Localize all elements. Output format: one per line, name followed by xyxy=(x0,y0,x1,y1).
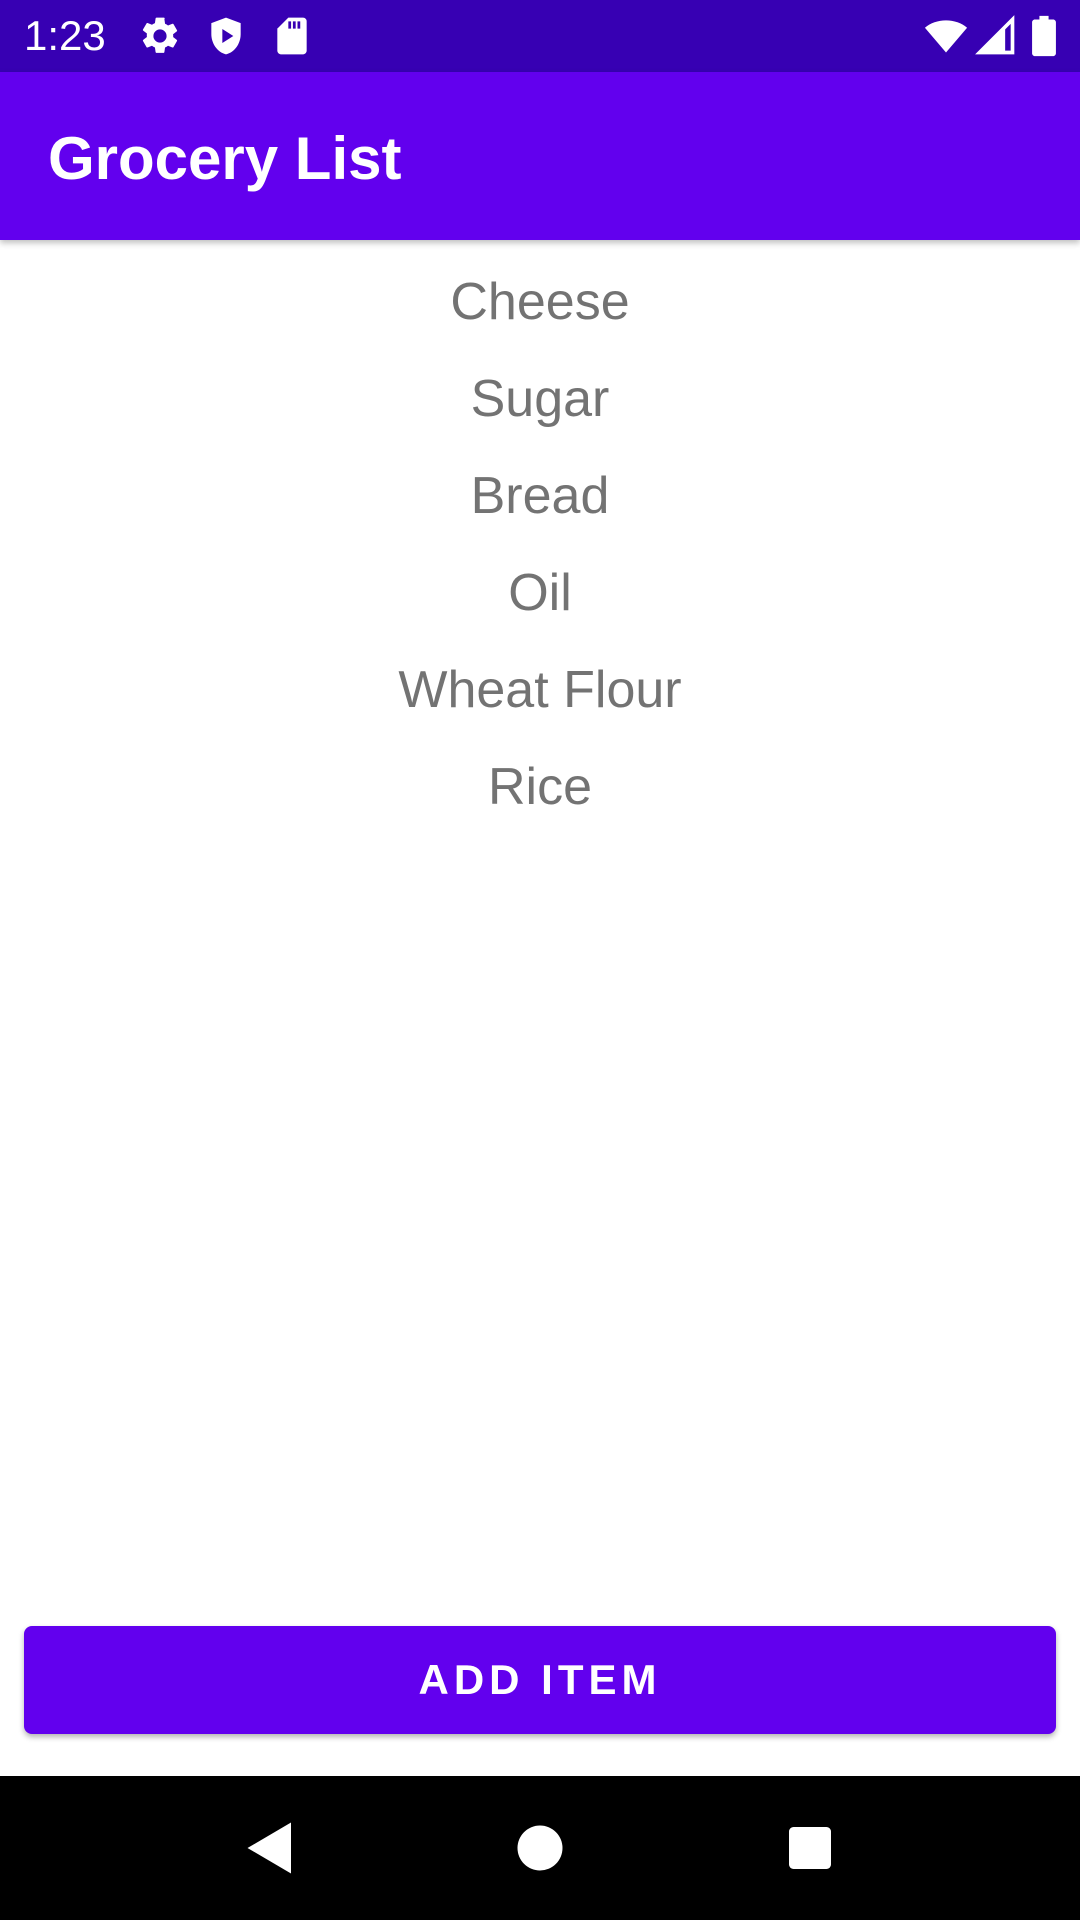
navigation-bar xyxy=(0,1776,1080,1920)
list-item[interactable]: Rice xyxy=(0,747,1080,844)
status-bar: 1:23 xyxy=(0,0,1080,72)
grocery-list: Cheese Sugar Bread Oil Wheat Flour Rice xyxy=(0,262,1080,844)
wifi-icon xyxy=(922,14,970,58)
cell-signal-icon xyxy=(974,14,1018,58)
list-item[interactable]: Sugar xyxy=(0,359,1080,456)
home-icon[interactable] xyxy=(504,1812,576,1884)
gear-icon xyxy=(138,14,182,58)
page-title: Grocery List xyxy=(48,125,402,192)
status-time: 1:23 xyxy=(24,12,106,59)
recents-icon[interactable] xyxy=(774,1812,846,1884)
app-bar: Grocery List xyxy=(0,72,1080,240)
list-item[interactable]: Bread xyxy=(0,456,1080,553)
list-item[interactable]: Oil xyxy=(0,553,1080,650)
list-item[interactable]: Cheese xyxy=(0,262,1080,359)
list-item[interactable]: Wheat Flour xyxy=(0,650,1080,747)
screen: 1:23 Grocery List Cheese Sugar Bread Oil… xyxy=(0,0,1080,1920)
battery-icon xyxy=(1028,14,1060,58)
shield-play-icon xyxy=(204,14,248,58)
sd-card-icon xyxy=(270,14,314,58)
add-item-button[interactable]: ADD ITEM xyxy=(24,1626,1056,1734)
back-icon[interactable] xyxy=(234,1812,306,1884)
